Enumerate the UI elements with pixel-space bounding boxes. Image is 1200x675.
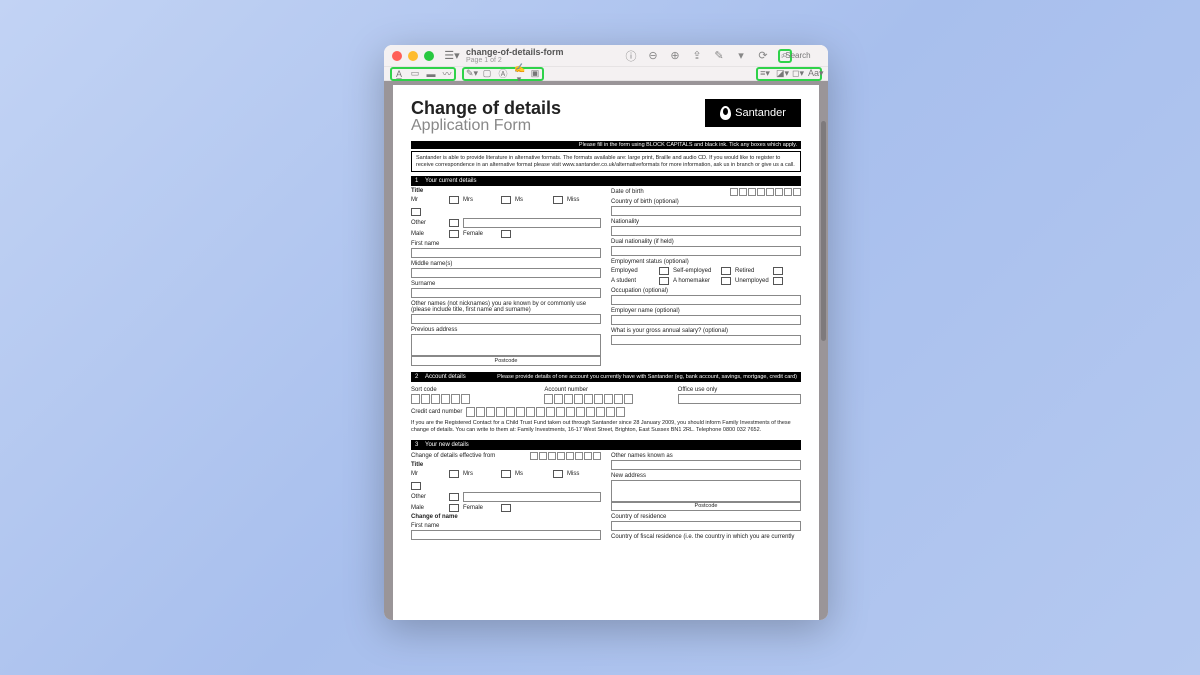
new-male-checkbox[interactable] xyxy=(449,504,459,512)
new-mrs-checkbox[interactable] xyxy=(501,470,511,478)
other-title-checkbox[interactable] xyxy=(449,219,459,227)
markup-tool-group-mid: ✎▾ ▢ Ⓐ ✍▾ ▣ xyxy=(462,67,544,81)
zoom-out-icon[interactable]: ⊖ xyxy=(646,49,660,63)
new-other-checkbox[interactable] xyxy=(449,493,459,501)
occupation-field[interactable] xyxy=(611,295,801,305)
form-title: Change of details xyxy=(411,99,561,118)
text-style-icon[interactable]: Aa▾ xyxy=(808,68,818,79)
mr-checkbox[interactable] xyxy=(449,196,459,204)
sort-code-boxes[interactable] xyxy=(411,394,534,404)
new-first-name-field[interactable] xyxy=(411,530,601,540)
info-icon[interactable]: ⓘ xyxy=(624,49,638,63)
credit-card-boxes[interactable] xyxy=(466,407,625,417)
note-icon[interactable]: ▣ xyxy=(530,68,540,79)
sketch-icon[interactable]: ✎▾ xyxy=(466,68,476,79)
other-names-field[interactable] xyxy=(411,314,601,324)
text-tool-icon[interactable]: Ⓐ xyxy=(498,67,508,80)
prev-postcode-field[interactable]: Postcode xyxy=(411,356,601,366)
share-icon[interactable]: ⇪ xyxy=(690,49,704,63)
stroke-color-icon[interactable]: ◪▾ xyxy=(776,68,786,79)
alt-formats-note: Santander is able to provide literature … xyxy=(411,151,801,173)
office-use-field xyxy=(678,394,801,404)
new-address-field[interactable] xyxy=(611,480,801,502)
section-2-header: 2 Account details Please provide details… xyxy=(411,372,801,382)
section-1-header: 1 Your current details xyxy=(411,176,801,186)
chevron-down-icon[interactable]: ▾ xyxy=(734,49,748,63)
effective-date-boxes[interactable] xyxy=(530,452,601,460)
new-mr-checkbox[interactable] xyxy=(449,470,459,478)
male-checkbox[interactable] xyxy=(449,230,459,238)
female-checkbox[interactable] xyxy=(501,230,511,238)
selfemp-checkbox[interactable] xyxy=(721,267,731,275)
flame-icon xyxy=(720,106,731,120)
new-miss-checkbox[interactable] xyxy=(411,482,421,490)
country-residence-field[interactable] xyxy=(611,521,801,531)
new-ms-checkbox[interactable] xyxy=(553,470,563,478)
form-subtitle: Application Form xyxy=(411,118,561,135)
instruction-bar: Please fill in the form using BLOCK CAPI… xyxy=(411,141,801,149)
rect-select-icon[interactable]: ▭ xyxy=(410,68,420,79)
first-name-field[interactable] xyxy=(411,248,601,258)
santander-logo: Santander xyxy=(705,99,801,127)
fullscreen-button[interactable] xyxy=(424,51,434,61)
fill-color-icon[interactable]: ◻▾ xyxy=(792,68,802,79)
markup-tool-group-left: A̲ ▭ ▬ 〰 xyxy=(390,67,456,81)
line-style-icon[interactable]: ≡▾ xyxy=(760,68,770,79)
other-title-field[interactable] xyxy=(463,218,601,228)
middle-names-field[interactable] xyxy=(411,268,601,278)
pdf-page-1: Change of details Application Form Santa… xyxy=(393,85,819,620)
window-controls xyxy=(392,51,434,61)
text-select-icon[interactable]: A̲ xyxy=(394,69,404,79)
employer-field[interactable] xyxy=(611,315,801,325)
student-checkbox[interactable] xyxy=(659,277,669,285)
close-button[interactable] xyxy=(392,51,402,61)
other-known-field[interactable] xyxy=(611,460,801,470)
dob-boxes[interactable] xyxy=(730,188,801,196)
document-title: change-of-details-form xyxy=(466,48,564,57)
rotate-icon[interactable]: ⟳ xyxy=(756,49,770,63)
redact-icon[interactable]: ▬ xyxy=(426,69,436,79)
search-input[interactable] xyxy=(785,51,828,60)
surname-field[interactable] xyxy=(411,288,601,298)
retired-checkbox[interactable] xyxy=(773,267,783,275)
employed-checkbox[interactable] xyxy=(659,267,669,275)
search-field[interactable]: ⌕ xyxy=(806,49,820,63)
preview-window: ☰▾ change-of-details-form Page 1 of 2 ⓘ … xyxy=(384,45,828,620)
zoom-in-icon[interactable]: ⊕ xyxy=(668,49,682,63)
ctf-note: If you are the Registered Contact for a … xyxy=(411,420,801,433)
unemployed-checkbox[interactable] xyxy=(773,277,783,285)
markup-toolbar: A̲ ▭ ▬ 〰 ✎▾ ▢ Ⓐ ✍▾ ▣ ≡▾ ◪▾ ◻▾ Aa▾ xyxy=(384,67,828,81)
miss-checkbox[interactable] xyxy=(411,208,421,216)
markup-tool-group-right: ≡▾ ◪▾ ◻▾ Aa▾ xyxy=(756,67,822,81)
dual-nationality-field[interactable] xyxy=(611,246,801,256)
ms-checkbox[interactable] xyxy=(553,196,563,204)
sidebar-toggle-icon[interactable]: ☰▾ xyxy=(444,49,460,63)
new-other-field[interactable] xyxy=(463,492,601,502)
lasso-icon[interactable]: 〰 xyxy=(442,67,452,80)
salary-field[interactable] xyxy=(611,335,801,345)
homemaker-checkbox[interactable] xyxy=(721,277,731,285)
titlebar: ☰▾ change-of-details-form Page 1 of 2 ⓘ … xyxy=(384,45,828,67)
minimize-button[interactable] xyxy=(408,51,418,61)
section-3-header: 3 Your new details xyxy=(411,440,801,450)
new-postcode-field[interactable]: Postcode xyxy=(611,502,801,511)
new-female-checkbox[interactable] xyxy=(501,504,511,512)
document-title-block: change-of-details-form Page 1 of 2 xyxy=(466,48,564,64)
titlebar-actions: ⓘ ⊖ ⊕ ⇪ ✎ ▾ ⟳ ⌕ ⌕ xyxy=(624,49,820,63)
document-viewport[interactable]: Change of details Application Form Santa… xyxy=(384,81,828,620)
nationality-field[interactable] xyxy=(611,226,801,236)
mrs-checkbox[interactable] xyxy=(501,196,511,204)
cob-field[interactable] xyxy=(611,206,801,216)
shapes-icon[interactable]: ▢ xyxy=(482,68,492,79)
title-label: Title xyxy=(411,188,601,194)
vertical-scrollbar[interactable] xyxy=(821,121,826,341)
prev-address-field[interactable] xyxy=(411,334,601,356)
account-number-boxes[interactable] xyxy=(544,394,667,404)
markup-icon[interactable]: ✎ xyxy=(712,49,726,63)
